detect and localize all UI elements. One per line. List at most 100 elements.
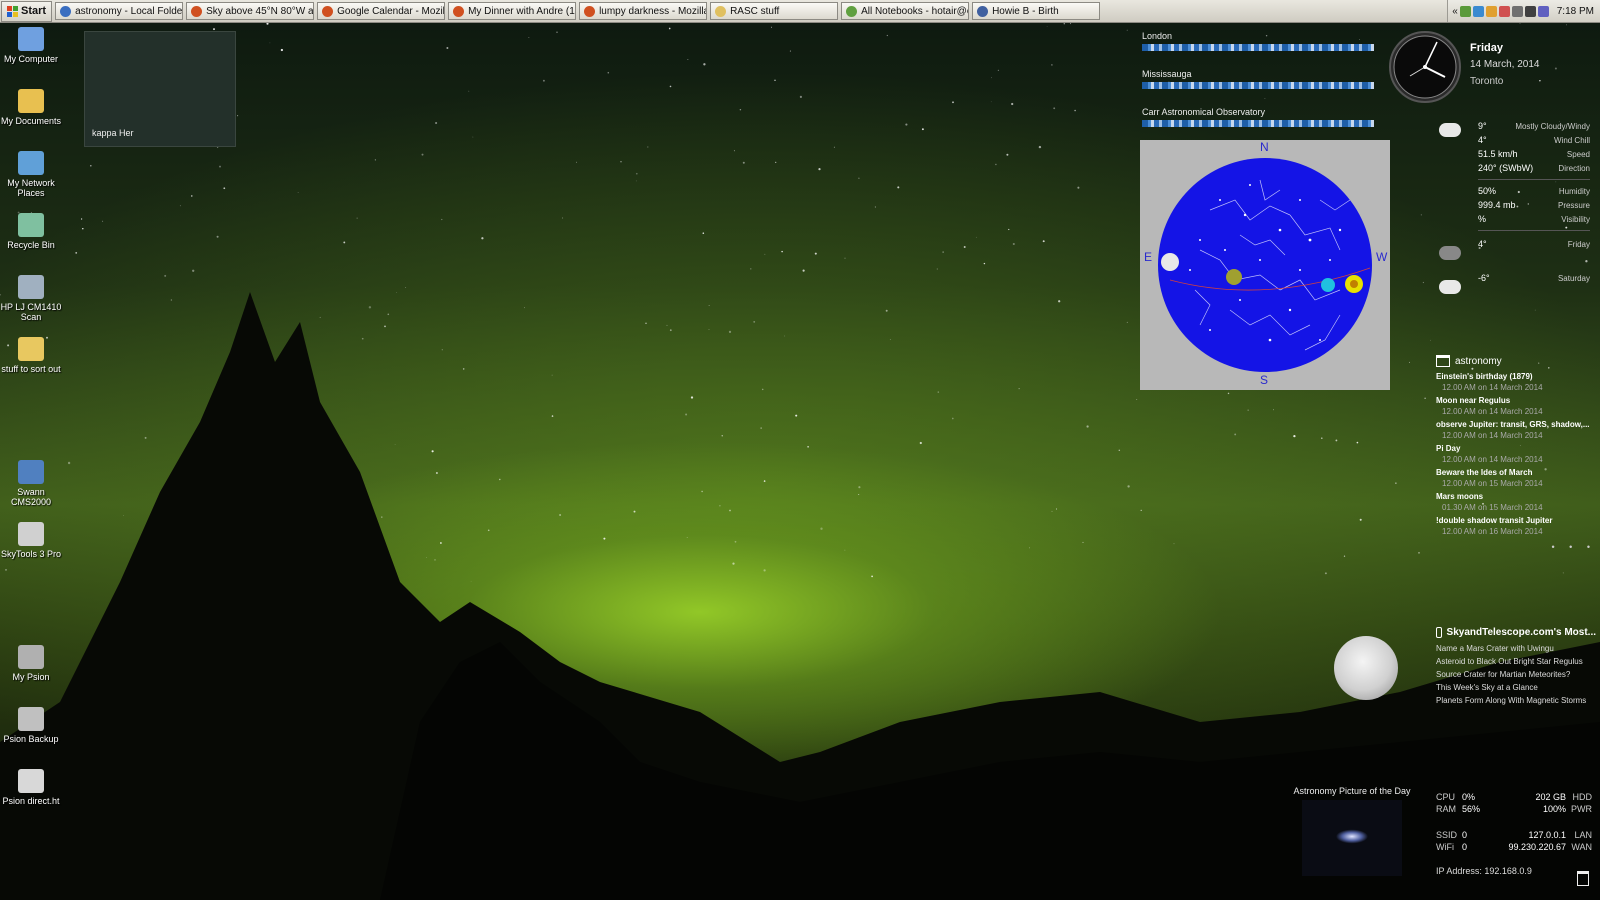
calendar-event[interactable]: !double shadow transit Jupiter 12.00 AM o… [1436, 516, 1596, 536]
rss-widget[interactable]: SkyandTelescope.com's Most... Name a Mar… [1436, 627, 1596, 709]
weather-divider [1478, 230, 1590, 231]
weather-divider [1478, 179, 1590, 180]
weather-widget[interactable]: 9° Mostly Cloudy/Windy 4° Wind Chill 51.5 … [1432, 119, 1590, 294]
rss-item[interactable]: Name a Mars Crater with Uwingu [1436, 644, 1596, 653]
taskbar-button[interactable]: Sky above 45°N 80°W at... [186, 2, 315, 20]
desktop-icon-image [18, 89, 44, 113]
taskbar-button-label: lumpy darkness - Mozilla ... [599, 5, 708, 17]
desktop-icon[interactable]: My Computer [0, 27, 62, 64]
timezone-bar-mississauga[interactable] [1142, 82, 1374, 89]
desktop-icon-image [18, 27, 44, 51]
taskbar-button[interactable]: RASC stuff [710, 2, 839, 20]
ram-value: 56% [1462, 804, 1481, 814]
ssid-value: 0 [1462, 830, 1468, 840]
app-icon [191, 5, 203, 17]
tray-volume-icon[interactable] [1511, 5, 1523, 17]
apod-widget[interactable]: Astronomy Picture of the Day [1290, 786, 1414, 876]
desktop-icon[interactable]: My Network Places [0, 151, 62, 198]
taskbar-button[interactable]: Howie B - Birth [972, 2, 1101, 20]
analog-clock[interactable] [1388, 30, 1462, 104]
calendar-page-dots[interactable]: • • • [1436, 542, 1596, 552]
desktop-icon[interactable]: My Documents [0, 89, 62, 126]
wan-value: 99.230.220.67 [1508, 842, 1566, 852]
date-info: Friday 14 March, 2014 Toronto [1470, 42, 1590, 87]
taskbar-button[interactable]: Google Calendar - Mozilla... [317, 2, 446, 20]
desktop-icon-label: My Network Places [7, 178, 55, 198]
calendar-event[interactable]: Mars moons 01.30 AM on 15 March 2014 [1436, 492, 1596, 512]
desktop-icon[interactable]: HP LJ CM1410 Scan [0, 275, 62, 322]
taskbar-button-label: astronomy - Local Folder... [75, 5, 184, 17]
forecast-day: Friday [1567, 239, 1590, 249]
calendar-event[interactable]: observe Jupiter: transit, GRS, shadow,..… [1436, 420, 1596, 440]
timezone-bar-london[interactable] [1142, 44, 1374, 51]
wind-direction-label: Direction [1558, 163, 1590, 173]
compass-north: N [1260, 140, 1269, 154]
event-time: 12.00 AM on 16 March 2014 [1442, 527, 1543, 536]
cpu-value: 0% [1462, 792, 1476, 802]
desktop-icon[interactable]: My Psion [0, 645, 62, 682]
taskbar-button-label: My Dinner with Andre (1... [468, 5, 577, 17]
desktop-icon-label: Psion Backup [3, 734, 59, 744]
wind-chill-label: Wind Chill [1553, 135, 1590, 145]
tray-green-icon[interactable] [1459, 5, 1471, 17]
trash-icon[interactable] [1577, 871, 1589, 886]
tray-misc-icon[interactable] [1524, 5, 1536, 17]
hdd-label: HDD [1572, 792, 1593, 802]
desktop-icon-label: SkyTools 3 Pro [0, 549, 62, 559]
lan-label: LAN [1574, 830, 1592, 840]
tray-expand-button[interactable]: « [1452, 6, 1458, 17]
weather-condition: Mostly Cloudy/Windy [1515, 121, 1590, 131]
event-time: 01.30 AM on 15 March 2014 [1442, 503, 1543, 512]
tray-weather-icon[interactable] [1485, 5, 1497, 17]
apod-label: Astronomy Picture of the Day [1293, 786, 1411, 796]
rss-title[interactable]: SkyandTelescope.com's Most... [1447, 627, 1596, 638]
desktop-icon[interactable]: Swann CMS2000 [0, 460, 62, 507]
taskbar-button[interactable]: All Notebooks - hotair@c... [841, 2, 970, 20]
calendar-event[interactable]: Beware the Ides of March 12.00 AM on 15 M… [1436, 468, 1596, 488]
desktop-icon[interactable]: SkyTools 3 Pro [0, 522, 62, 559]
event-time: 12.00 AM on 14 March 2014 [1442, 407, 1543, 416]
desktop-icon-image [18, 213, 44, 237]
lan-value: 127.0.0.1 [1528, 830, 1566, 840]
wifi-value: 0 [1462, 842, 1468, 852]
desktop-icon[interactable]: stuff to sort out [0, 337, 62, 374]
tray-antivirus-icon[interactable] [1498, 5, 1510, 17]
wind-direction-value: 240° (SWbW) [1478, 163, 1534, 173]
app-icon [715, 5, 727, 17]
calendar-event[interactable]: Moon near Regulus 12.00 AM on 14 March 20… [1436, 396, 1596, 416]
tray-sync-icon[interactable] [1537, 5, 1549, 17]
calendar-event[interactable]: Einstein's birthday (1879) 12.00 AM on 14… [1436, 372, 1596, 392]
rss-item[interactable]: Asteroid to Black Out Bright Star Regulu… [1436, 657, 1596, 666]
desktop-icon[interactable]: Psion direct.ht [0, 769, 62, 806]
taskbar-button[interactable]: lumpy darkness - Mozilla ... [579, 2, 708, 20]
pressure-value: 999.4 mb [1478, 200, 1516, 210]
start-button[interactable]: Start [1, 0, 53, 22]
timezone-bar-carr-observatory[interactable] [1142, 120, 1374, 127]
kappa-her-widget[interactable]: kappa Her [84, 31, 236, 147]
tray-network-icon[interactable] [1472, 5, 1484, 17]
sky-chart-widget[interactable]: N S E W [1140, 140, 1390, 390]
start-label: Start [21, 5, 47, 17]
wind-speed-label: Speed [1566, 149, 1590, 159]
desktop-icon[interactable]: Psion Backup [0, 707, 62, 744]
rss-item[interactable]: Planets Form Along With Magnetic Storms [1436, 696, 1596, 705]
calendar-widget[interactable]: astronomy Einstein's birthday (1879) 12.0… [1436, 355, 1596, 552]
calendar-title[interactable]: astronomy [1455, 356, 1502, 367]
app-icon [322, 5, 334, 17]
apod-image[interactable] [1302, 800, 1402, 876]
event-time: 12.00 AM on 15 March 2014 [1442, 479, 1543, 488]
event-time: 12.00 AM on 14 March 2014 [1442, 431, 1543, 440]
desktop-icon[interactable]: Recycle Bin [0, 213, 62, 250]
desktop-icon-label: My Documents [0, 116, 62, 126]
taskbar-button[interactable]: My Dinner with Andre (1... [448, 2, 577, 20]
app-icon [60, 5, 72, 17]
calendar-event[interactable]: Pi Day 12.00 AM on 14 March 2014 [1436, 444, 1596, 464]
taskbar: Start astronomy - Local Folder... Sky abo… [0, 0, 1600, 23]
rss-item[interactable]: Source Crater for Martian Meteorites? [1436, 670, 1596, 679]
tray-clock[interactable]: 7:18 PM [1557, 6, 1594, 17]
rss-item[interactable]: This Week's Sky at a Glance [1436, 683, 1596, 692]
system-monitor: CPU 0% 202 GB HDD RAM 56% 100% PWR SSID 0 127.0.… [1436, 791, 1592, 853]
forecast-day: Saturday [1557, 273, 1590, 283]
taskbar-button[interactable]: astronomy - Local Folder... [55, 2, 184, 20]
event-time: 12.00 AM on 14 March 2014 [1442, 455, 1543, 464]
